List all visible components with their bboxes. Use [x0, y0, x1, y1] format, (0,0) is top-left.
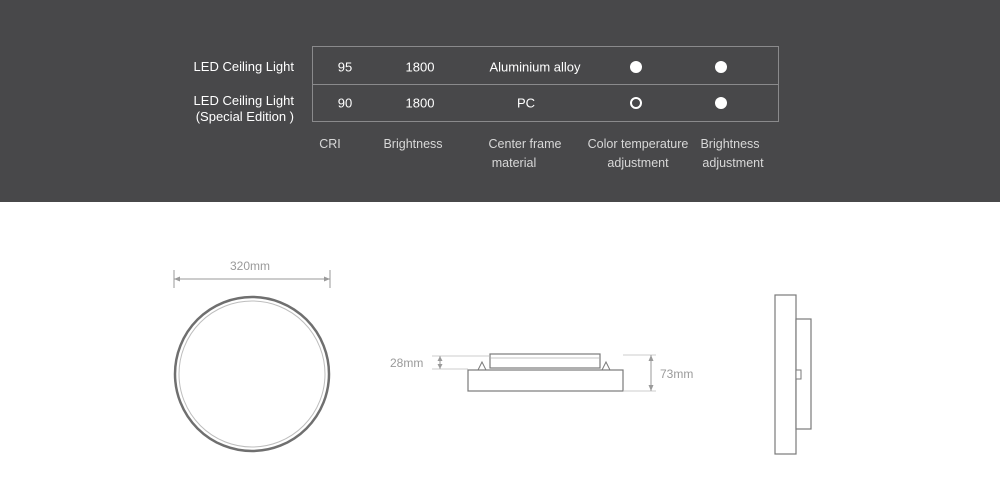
- cell-brightness: 1800: [405, 95, 435, 111]
- column-header-brightness: Brightness: [383, 135, 442, 154]
- row-label-line: LED Ceiling Light: [193, 59, 294, 74]
- top-view-drawing: [173, 270, 331, 453]
- dimension-arrow-icon: [324, 276, 330, 282]
- outer-ring: [173, 295, 331, 453]
- edge-profile: [774, 294, 797, 455]
- column-header-line: Brightness: [700, 137, 760, 151]
- cell-center-frame-material: PC: [516, 95, 536, 111]
- row-label-special-edition: LED Ceiling Light (Special Edition ): [194, 93, 294, 125]
- mounting-clip: [795, 369, 802, 380]
- dimension-arrow-icon: [437, 356, 443, 361]
- spec-panel: LED Ceiling Light LED Ceiling Light (Spe…: [0, 0, 1000, 202]
- empty-circle-icon: [630, 97, 642, 109]
- cell-cri: 95: [337, 59, 353, 75]
- diameter-label: 320mm: [230, 259, 271, 273]
- row-label-line: (Special Edition ): [195, 109, 294, 124]
- column-header-line: Center frame: [488, 137, 562, 151]
- filled-circle-icon: [630, 61, 642, 73]
- filled-circle-icon: [715, 61, 727, 73]
- column-header-line: CRI: [319, 137, 341, 151]
- dimension-arrow-icon: [174, 276, 180, 282]
- row-divider: [313, 84, 778, 85]
- column-header-line: Color temperature: [587, 137, 689, 151]
- filled-circle-icon: [715, 97, 727, 109]
- cell-center-frame-material: Aluminium alloy: [489, 59, 581, 75]
- mounting-tab: [601, 360, 611, 371]
- inner-ring: [178, 300, 326, 448]
- thickness-label: 28mm: [390, 356, 424, 370]
- row-label-line: LED Ceiling Light: [193, 93, 294, 108]
- column-header-color-temperature-adjustment: Color temperature adjustment: [588, 135, 689, 173]
- edge-view-drawing: [774, 294, 812, 455]
- column-header-line: material: [491, 156, 537, 170]
- top-panel: [489, 353, 601, 369]
- dimension-arrow-icon: [648, 355, 654, 361]
- column-header-center-frame-material: Center frame material: [489, 135, 562, 173]
- row-label-standard: LED Ceiling Light: [194, 59, 294, 75]
- column-header-line: Brightness: [383, 137, 443, 151]
- column-header-line: adjustment: [702, 156, 764, 170]
- dimension-arrow-icon: [437, 364, 443, 369]
- mounting-tab: [477, 360, 487, 371]
- height-label: 73mm: [660, 367, 694, 381]
- cell-cri: 90: [337, 95, 353, 111]
- spec-table: 95 1800 Aluminium alloy 90 1800 PC: [312, 46, 779, 122]
- base-plate: [467, 369, 624, 392]
- column-header-cri: CRI: [319, 135, 341, 154]
- cell-brightness: 1800: [405, 59, 435, 75]
- side-view-drawing: [432, 353, 656, 392]
- technical-drawings: [173, 270, 812, 455]
- dimension-arrow-icon: [648, 385, 654, 391]
- column-header-brightness-adjustment: Brightness adjustment: [700, 135, 764, 173]
- column-header-line: adjustment: [607, 156, 669, 170]
